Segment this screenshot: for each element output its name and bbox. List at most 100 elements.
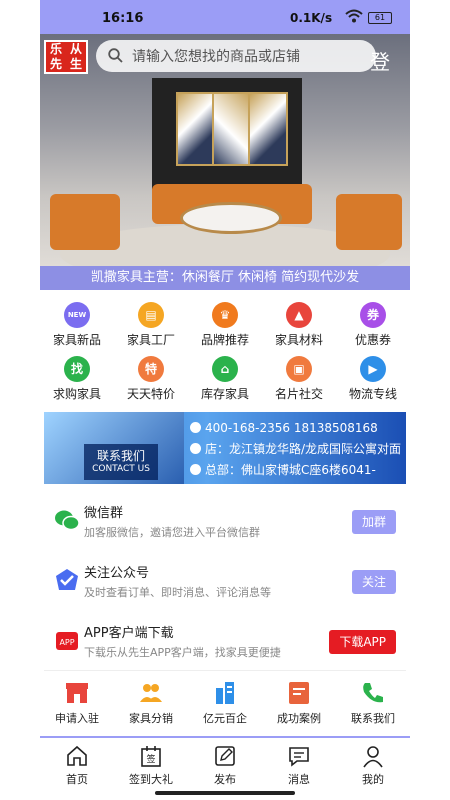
row-action-button[interactable]: 关注 bbox=[351, 570, 396, 594]
logo-char: 生 bbox=[69, 57, 82, 71]
category-item[interactable]: ▤ 家具工厂 bbox=[114, 296, 188, 348]
category-item[interactable]: ▲ 家具材料 bbox=[262, 296, 336, 348]
hero-banner[interactable]: 乐 从 先 生 登 bbox=[40, 34, 410, 266]
contact-lines: 400-168-2356 18138508168 店：龙江镇龙华路/龙成国际公寓… bbox=[190, 418, 406, 484]
category-label: 家具材料 bbox=[274, 333, 323, 347]
service-item[interactable]: 联系我们 bbox=[336, 676, 410, 726]
wifi-icon bbox=[345, 9, 363, 27]
service-label: 联系我们 bbox=[351, 712, 395, 725]
tab-edit[interactable]: 发布 bbox=[188, 742, 262, 787]
feature-row: APP APP客户端下载下载乐从先生APP客户端，找家具更便捷 下载APP bbox=[40, 612, 410, 670]
row-subtitle: 及时查看订单、即时消息、评论消息等 bbox=[84, 586, 271, 599]
tab-label: 发布 bbox=[214, 773, 236, 786]
location-icon bbox=[190, 443, 201, 454]
row-action-button[interactable]: 加群 bbox=[351, 510, 396, 534]
phone-icon bbox=[360, 680, 386, 706]
row-title: APP客户端下载 bbox=[84, 626, 174, 641]
contact-banner[interactable]: 联系我们 CONTACT US 400-168-2356 18138508168… bbox=[44, 412, 406, 484]
category-label: 优惠券 bbox=[354, 333, 391, 347]
service-item[interactable]: 申请入驻 bbox=[40, 676, 114, 726]
badge-check-icon bbox=[54, 568, 80, 592]
promo-text: 凯撒家具主营：休闲餐厅 休闲椅 简约现代沙发 bbox=[40, 266, 410, 290]
wechat-icon bbox=[54, 508, 80, 532]
category-label: 品牌推荐 bbox=[200, 333, 249, 347]
svg-text:APP: APP bbox=[59, 638, 74, 647]
tab-label: 签到大礼 bbox=[129, 773, 173, 786]
building-icon bbox=[212, 680, 238, 706]
armchair-right-image bbox=[336, 194, 402, 250]
material-icon: ▲ bbox=[286, 302, 312, 328]
category-label: 家具工厂 bbox=[126, 333, 175, 347]
status-bar: 16:16 0.1K/s 61 bbox=[40, 0, 410, 34]
home-indicator bbox=[155, 791, 295, 795]
category-item[interactable]: ♛ 品牌推荐 bbox=[188, 296, 262, 348]
coffee-table-image bbox=[180, 202, 282, 234]
coupon-icon: 券 bbox=[360, 302, 386, 328]
row-action-button[interactable]: 下载APP bbox=[329, 630, 396, 654]
tab-label: 消息 bbox=[288, 773, 310, 786]
app-logo: 乐 从 先 生 bbox=[44, 40, 88, 74]
category-item[interactable]: ▣ 名片社交 bbox=[262, 350, 336, 402]
factory-icon: ▤ bbox=[138, 302, 164, 328]
category-item[interactable]: 特天天特价 bbox=[114, 350, 188, 402]
category-item[interactable]: ⌂ 库存家具 bbox=[188, 350, 262, 402]
crown-icon: ♛ bbox=[212, 302, 238, 328]
service-label: 申请入驻 bbox=[55, 712, 99, 725]
search-icon bbox=[108, 48, 123, 67]
category-label: 家具新品 bbox=[52, 333, 101, 347]
home-icon bbox=[65, 744, 89, 768]
logo-char: 从 bbox=[69, 42, 82, 56]
contact-title-en: CONTACT US bbox=[92, 464, 150, 474]
truck-icon: ▶ bbox=[360, 356, 386, 382]
tab-home[interactable]: 首页 bbox=[40, 742, 114, 787]
location-icon bbox=[190, 464, 201, 475]
service-item[interactable]: 成功案例 bbox=[262, 676, 336, 726]
category-item[interactable]: NEW 家具新品 bbox=[40, 296, 114, 348]
edit-icon bbox=[213, 744, 237, 768]
search-input[interactable] bbox=[130, 40, 370, 74]
search-bar[interactable] bbox=[96, 40, 376, 74]
contact-hq: 总部：佛山家博城C座6楼6041-6052号 bbox=[205, 463, 376, 477]
checkin-icon: 签 bbox=[139, 744, 163, 768]
row-subtitle: 下载乐从先生APP客户端，找家具更便捷 bbox=[84, 646, 281, 659]
status-time: 16:16 bbox=[102, 11, 144, 26]
service-label: 亿元百企 bbox=[203, 712, 247, 725]
app-icon: APP bbox=[54, 628, 80, 652]
tab-label: 我的 bbox=[362, 773, 384, 786]
category-label: 求购家具 bbox=[52, 387, 101, 401]
category-item[interactable]: 券优惠券 bbox=[336, 296, 410, 348]
category-label: 天天特价 bbox=[126, 387, 175, 401]
tab-checkin[interactable]: 签签到大礼 bbox=[114, 742, 188, 787]
message-icon bbox=[287, 744, 311, 768]
contact-title: 联系我们 bbox=[96, 449, 145, 463]
service-item[interactable]: 家具分销 bbox=[114, 676, 188, 726]
contact-phone[interactable]: 400-168-2356 18138508168 bbox=[205, 421, 378, 435]
phone-icon bbox=[190, 422, 201, 433]
wall-art-center bbox=[212, 92, 252, 166]
contact-store: 店：龙江镇龙华路/龙成国际公寓对面 bbox=[205, 442, 402, 456]
app-frame: 16:16 0.1K/s 61 乐 从 先 生 登 凯撒家具主营：休闲 bbox=[40, 0, 410, 800]
feature-row: 关注公众号 及时查看订单、即时消息、评论消息等 关注 bbox=[40, 552, 410, 610]
category-item[interactable]: 找求购家具 bbox=[40, 350, 114, 402]
find-icon: 找 bbox=[64, 356, 90, 382]
store-icon bbox=[64, 680, 90, 706]
logo-char: 先 bbox=[49, 57, 62, 71]
new-icon: NEW bbox=[64, 302, 90, 328]
contact-tag: 联系我们 CONTACT US bbox=[84, 444, 158, 480]
category-label: 名片社交 bbox=[274, 387, 323, 401]
bookmark-icon bbox=[286, 680, 312, 706]
tab-message[interactable]: 消息 bbox=[262, 742, 336, 787]
people-icon bbox=[138, 680, 164, 706]
service-item[interactable]: 亿元百企 bbox=[188, 676, 262, 726]
stock-icon: ⌂ bbox=[212, 356, 238, 382]
tab-label: 首页 bbox=[66, 773, 88, 786]
battery-icon: 61 bbox=[368, 12, 392, 24]
status-network-speed: 0.1K/s bbox=[290, 11, 333, 25]
login-button[interactable]: 登 bbox=[370, 46, 390, 75]
tab-user[interactable]: 我的 bbox=[336, 742, 410, 787]
divider bbox=[44, 670, 406, 671]
card-icon: ▣ bbox=[286, 356, 312, 382]
category-item[interactable]: ▶ 物流专线 bbox=[336, 350, 410, 402]
row-title: 微信群 bbox=[84, 506, 124, 521]
service-label: 家具分销 bbox=[129, 712, 173, 725]
